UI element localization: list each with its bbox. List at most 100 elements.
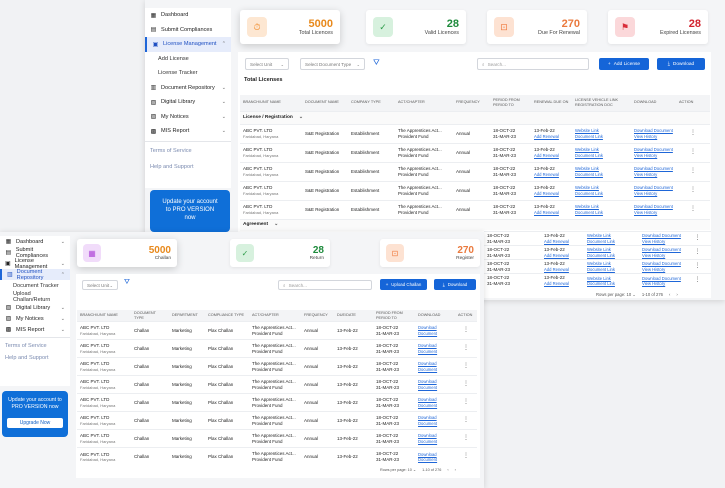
chevron-left-icon[interactable]: ‹ (669, 292, 670, 297)
more-options-icon[interactable]: ⋮ (455, 375, 477, 394)
view-history-link[interactable]: View History (634, 134, 673, 139)
sidebar-item[interactable]: Upload Challan/Return (0, 291, 70, 303)
view-history-link[interactable]: View History (634, 172, 673, 177)
table-row[interactable]: 18-OCT-22 31-MAR-23 13-Feb-22 Add Renewal We… (484, 273, 711, 288)
chevron-right-icon[interactable]: › (455, 468, 456, 472)
view-history-link[interactable]: View History (634, 191, 673, 196)
download-document-link[interactable]: Download Document (418, 343, 452, 354)
table-row[interactable]: ABC PVT. LTD Faridabad, Haryana Challan Mar… (77, 411, 477, 430)
more-options-icon[interactable]: ⋮ (455, 411, 477, 430)
document-link[interactable]: Document Link (575, 153, 628, 158)
table-row[interactable]: ABC PVT. LTD Faridabad, Haryana Challan Mar… (77, 393, 477, 412)
filter-icon[interactable]: ⛛ (373, 58, 380, 68)
back-download-button[interactable]: ⤓ Download (657, 58, 705, 70)
table-row[interactable]: 18-OCT-22 31-MAR-23 13-Feb-22 Add Renewal We… (484, 231, 711, 246)
upload-challan-button[interactable]: + Upload Challan (380, 279, 427, 290)
document-link[interactable]: Document Link (575, 210, 628, 215)
more-options-icon[interactable]: ⋮ (676, 123, 710, 143)
table-row[interactable]: ABC PVT. LTD Faridabad, Haryana Challan Mar… (77, 321, 477, 340)
sidebar-item[interactable]: ▥ Document Repository ⌃ (0, 269, 70, 281)
stat-card[interactable]: ⚑ 28 Expired Licenses (608, 10, 708, 44)
more-options-icon[interactable]: ⋮ (455, 357, 477, 376)
back-rows-per-page[interactable]: Rows per page: 10 ⌄ (596, 292, 636, 297)
more-options-icon[interactable]: ⋮ (684, 245, 711, 260)
table-row[interactable]: 18-OCT-22 31-MAR-23 13-Feb-22 Add Renewal We… (484, 259, 711, 274)
document-link[interactable]: Document Link (575, 172, 628, 177)
more-options-icon[interactable]: ⋮ (455, 429, 477, 448)
stat-card[interactable]: ⏱ 5000 Total Licences (240, 10, 340, 44)
download-document-link[interactable]: Download Document (418, 452, 452, 463)
document-link[interactable]: Document Link (575, 191, 628, 196)
back-pro-banner[interactable]: Update your account to PRO VERSION now (150, 190, 230, 232)
more-options-icon[interactable]: ⋮ (455, 447, 477, 466)
document-link[interactable]: Document Link (587, 239, 636, 244)
table-row[interactable]: ABC PVT. LTD Faridabad, Haryana S&E Regist… (240, 180, 710, 200)
download-document-link[interactable]: Download Document (642, 233, 681, 238)
download-document-link[interactable]: Download Document (418, 397, 452, 408)
more-options-icon[interactable]: ⋮ (455, 393, 477, 412)
download-document-link[interactable]: Download Document (642, 247, 681, 252)
table-row[interactable]: ABC PVT. LTD Faridabad, Haryana Challan Mar… (77, 339, 477, 358)
document-link[interactable]: Document Link (587, 267, 636, 272)
sidebar-item[interactable]: ▨ My Notices ⌄ (0, 313, 70, 324)
download-document-link[interactable]: Download Document (642, 276, 681, 281)
view-history-link[interactable]: View History (634, 153, 673, 158)
front-search-input[interactable]: ⌕ Search... (278, 280, 372, 290)
more-options-icon[interactable]: ⋮ (684, 259, 711, 274)
back-unit-select[interactable]: Select Unit ⌄ (245, 58, 289, 70)
front-unit-select[interactable]: Select Unit ⌄ (82, 280, 118, 290)
add-license-button[interactable]: + Add License (599, 58, 649, 70)
table-row[interactable]: ABC PVT. LTD Faridabad, Haryana S&E Regist… (240, 161, 710, 181)
view-history-link[interactable]: View History (634, 210, 673, 215)
front-rows-per-page[interactable]: Rows per page: 10 ⌄ (380, 467, 416, 472)
more-options-icon[interactable]: ⋮ (684, 231, 711, 246)
sidebar-item[interactable]: ▧ Digital Library ⌄ (0, 302, 70, 313)
sidebar-item[interactable]: ▩ MIS Report ⌄ (0, 324, 70, 335)
stat-card[interactable]: ✓ 28 Valid Licences (366, 10, 466, 44)
download-document-link[interactable]: Download Document (634, 128, 673, 133)
more-options-icon[interactable]: ⋮ (455, 339, 477, 358)
chevron-right-icon[interactable]: › (676, 292, 677, 297)
stat-card[interactable]: ✓ 28 Return (230, 239, 330, 267)
chevron-left-icon[interactable]: ‹ (447, 468, 448, 472)
filter-icon[interactable]: ⛛ (124, 279, 130, 287)
upgrade-now-button[interactable]: Upgrade Now (7, 418, 63, 429)
download-document-link[interactable]: Download Document (418, 433, 452, 444)
table-row[interactable]: ABC PVT. LTD Faridabad, Haryana Challan Mar… (77, 357, 477, 376)
table-row[interactable]: 18-OCT-22 31-MAR-23 13-Feb-22 Add Renewal We… (484, 245, 711, 260)
front-download-button[interactable]: ⤓ Download (434, 279, 476, 290)
sidebar-link[interactable]: Help and Support (0, 352, 70, 364)
table-row[interactable]: ABC PVT. LTD Faridabad, Haryana S&E Regist… (240, 142, 710, 162)
sidebar-item[interactable]: License Tracker (145, 66, 231, 81)
download-document-link[interactable]: Download Document (418, 415, 452, 426)
view-history-link[interactable]: View History (642, 253, 681, 258)
more-options-icon[interactable]: ⋮ (676, 180, 710, 200)
add-renewal-link[interactable]: Add Renewal (544, 281, 581, 286)
download-document-link[interactable]: Download Document (634, 185, 673, 190)
add-renewal-link[interactable]: Add Renewal (534, 172, 569, 177)
document-link[interactable]: Document Link (575, 134, 628, 139)
view-history-link[interactable]: View History (642, 267, 681, 272)
sidebar-item[interactable]: ▥ Document Repository ⌄ (145, 81, 231, 96)
table-row[interactable]: ABC PVT. LTD Faridabad, Haryana Challan Mar… (77, 447, 477, 466)
sidebar-item[interactable]: ▨ My Notices ⌄ (145, 110, 231, 125)
stat-card[interactable]: ⊡ 270 Due For Renewal (487, 10, 587, 44)
add-renewal-link[interactable]: Add Renewal (534, 191, 569, 196)
sidebar-item[interactable]: ▧ Digital Library ⌄ (145, 95, 231, 110)
stat-card[interactable]: ⊡ 270 Register (380, 239, 480, 267)
add-renewal-link[interactable]: Add Renewal (544, 239, 581, 244)
document-link[interactable]: Document Link (587, 253, 636, 258)
view-history-link[interactable]: View History (642, 281, 681, 286)
add-renewal-link[interactable]: Add Renewal (534, 134, 569, 139)
sidebar-item[interactable]: ▦ Dashboard ⌄ (0, 236, 70, 247)
group-row[interactable]: License / Registration ⌄ (240, 110, 710, 124)
sidebar-item[interactable]: ▣ License Management ⌃ (145, 37, 231, 52)
more-options-icon[interactable]: ⋮ (684, 273, 711, 288)
download-document-link[interactable]: Download Document (418, 379, 452, 390)
back-search-input[interactable]: ⌕ Search... (477, 58, 589, 70)
table-row[interactable]: ABC PVT. LTD Faridabad, Haryana Challan Mar… (77, 375, 477, 394)
sidebar-item[interactable]: Add License (145, 52, 231, 67)
stat-card[interactable]: ▦ 5000 Challan (77, 239, 177, 267)
download-document-link[interactable]: Download Document (418, 325, 452, 336)
sidebar-item[interactable]: ▣ License Management ⌄ (0, 258, 70, 270)
